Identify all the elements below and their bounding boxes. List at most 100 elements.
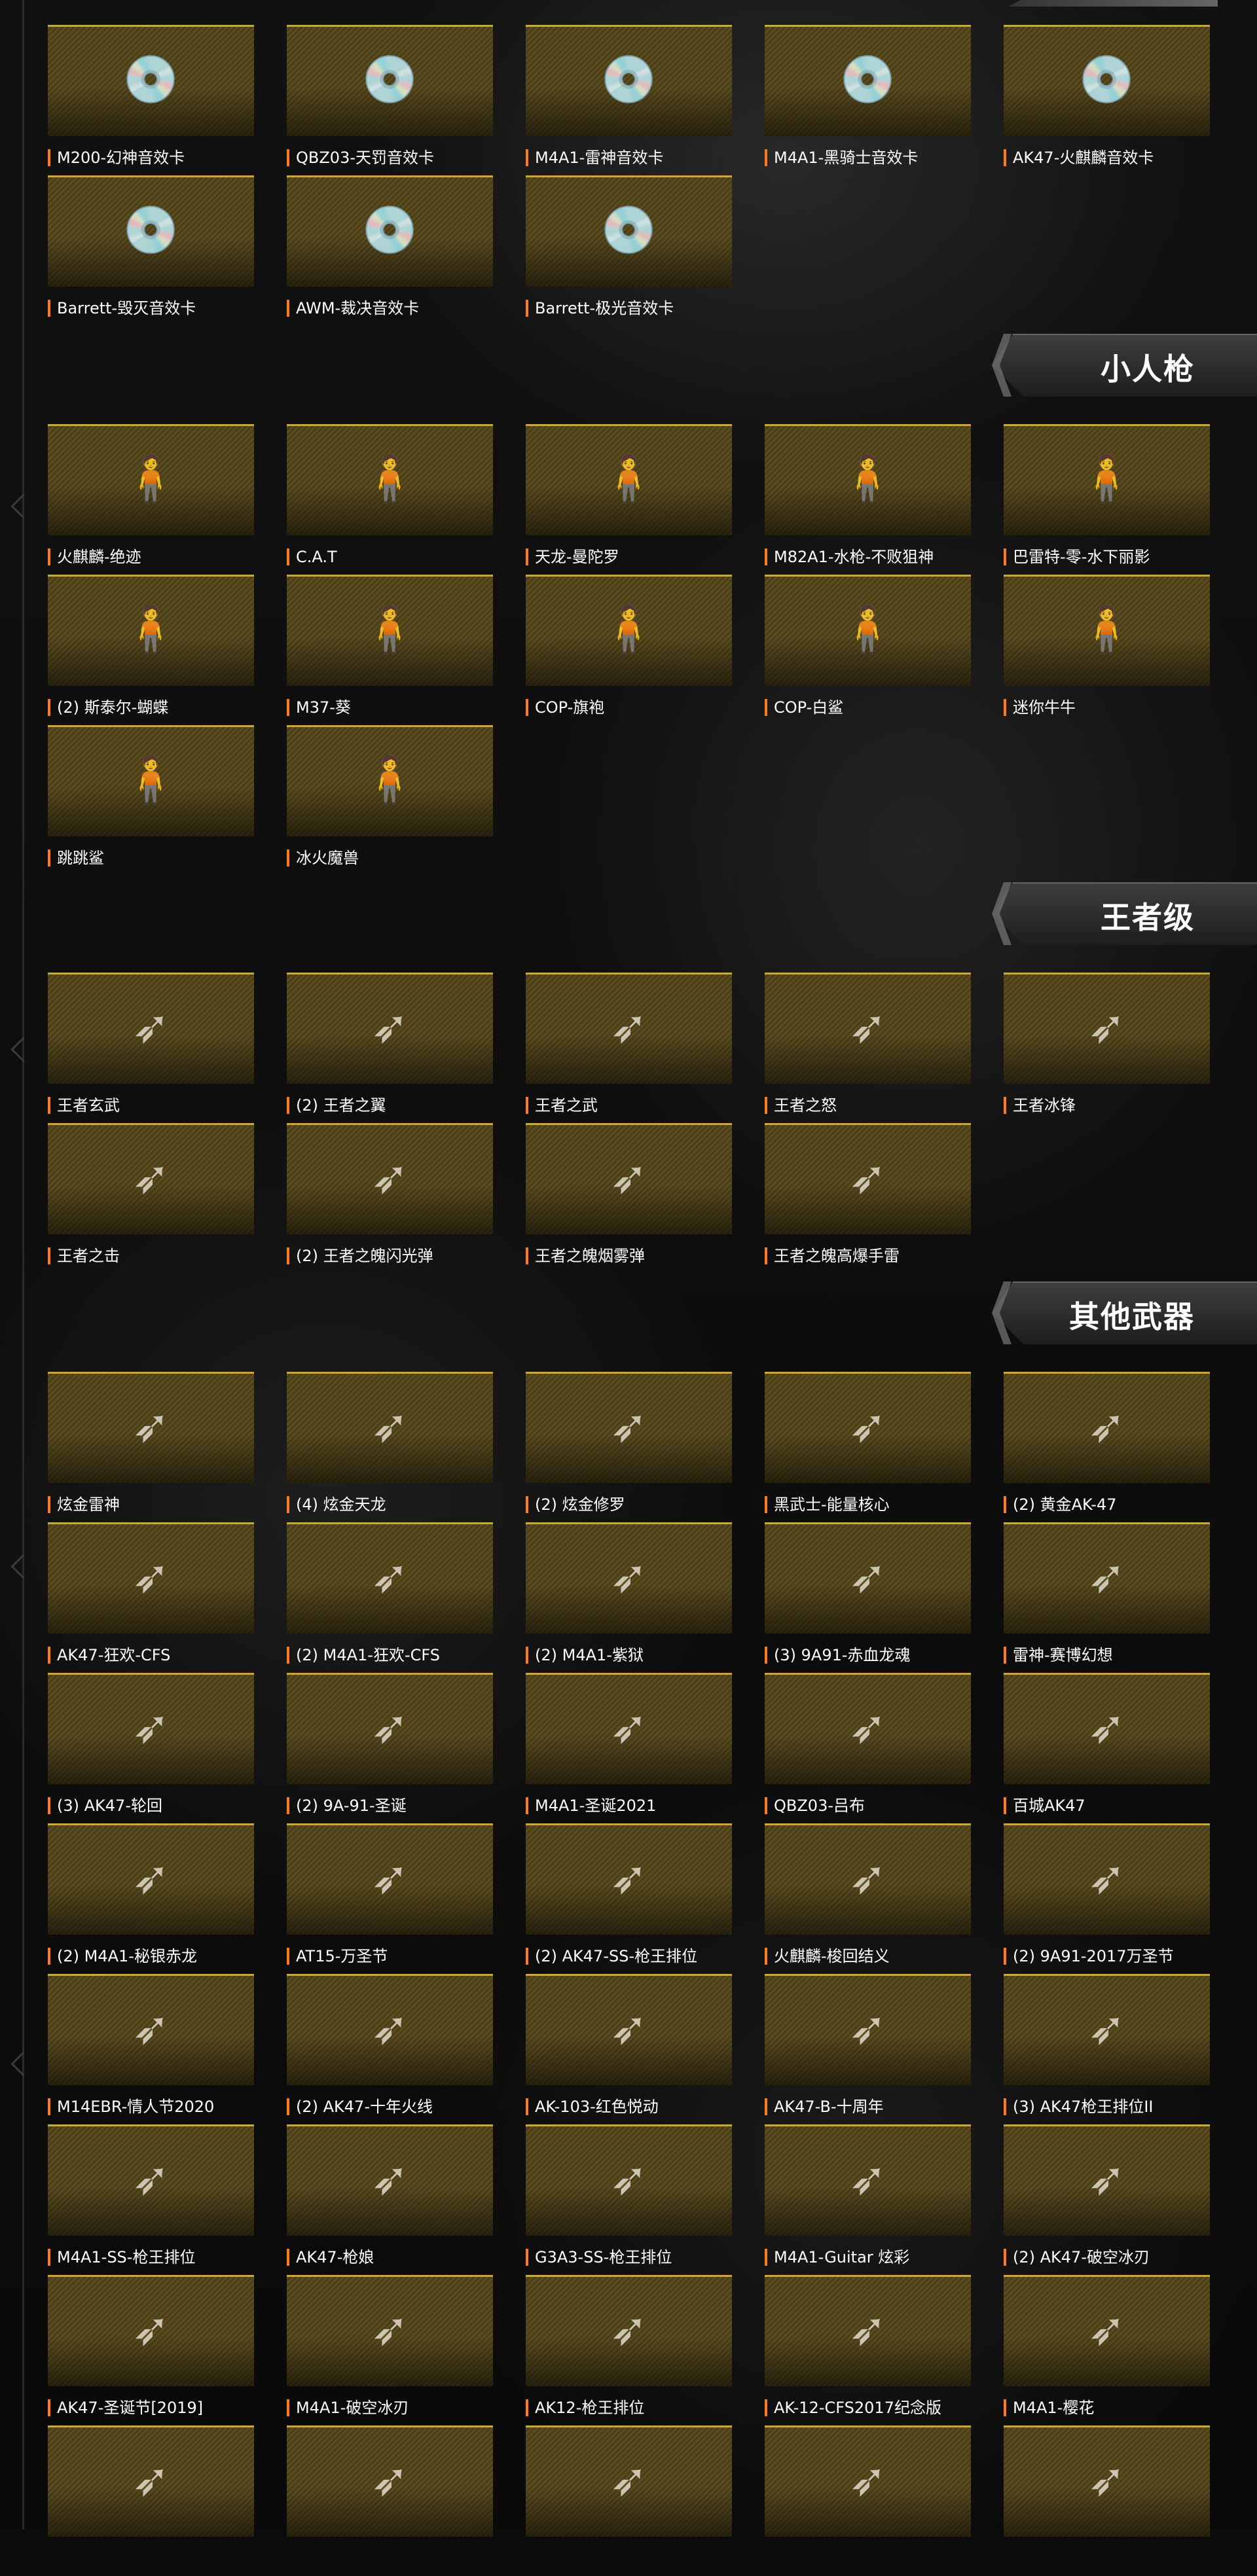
item-thumbnail[interactable]: ➶ bbox=[765, 973, 971, 1084]
item-card[interactable]: ➶ 百城AK47 bbox=[1004, 1673, 1210, 1823]
item-thumbnail[interactable]: 🧍 bbox=[287, 424, 493, 535]
item-card[interactable]: ➶ QBZ03-吕布 bbox=[765, 1673, 971, 1823]
item-card[interactable]: ➶ (2) 炫金修罗 bbox=[526, 1372, 732, 1522]
item-thumbnail[interactable]: ➶ bbox=[287, 1522, 493, 1634]
item-card[interactable]: 🧍 天龙-曼陀罗 bbox=[526, 424, 732, 575]
item-thumbnail[interactable]: ➶ bbox=[1004, 1673, 1210, 1784]
item-card[interactable]: ➶ G3A3-SS-枪王排位 bbox=[526, 2124, 732, 2275]
item-thumbnail[interactable]: ➶ bbox=[287, 1372, 493, 1483]
item-card[interactable]: 💿 M4A1-雷神音效卡 bbox=[526, 25, 732, 175]
item-thumbnail[interactable]: ➶ bbox=[765, 2425, 971, 2537]
item-card[interactable]: ➶ M4A1-破空冰刃 bbox=[287, 2275, 493, 2425]
item-thumbnail[interactable]: 🧍 bbox=[48, 725, 254, 836]
item-thumbnail[interactable]: 💿 bbox=[526, 25, 732, 136]
item-card[interactable]: ➶ 王者之魄烟雾弹 bbox=[526, 1123, 732, 1274]
item-thumbnail[interactable]: ➶ bbox=[48, 2425, 254, 2537]
item-thumbnail[interactable]: ➶ bbox=[48, 973, 254, 1084]
item-thumbnail[interactable]: ➶ bbox=[287, 1673, 493, 1784]
item-thumbnail[interactable]: ➶ bbox=[287, 2425, 493, 2537]
item-card[interactable]: ➶ 王者之击 bbox=[48, 1123, 254, 1274]
item-card[interactable]: ➶ bbox=[526, 2425, 732, 2576]
item-thumbnail[interactable]: ➶ bbox=[526, 2425, 732, 2537]
item-thumbnail[interactable]: ➶ bbox=[1004, 1522, 1210, 1634]
item-thumbnail[interactable]: 💿 bbox=[287, 25, 493, 136]
item-thumbnail[interactable]: 🧍 bbox=[765, 575, 971, 686]
item-card[interactable]: 💿 Barrett-极光音效卡 bbox=[526, 175, 732, 326]
item-card[interactable]: ➶ (2) 9A-91-圣诞 bbox=[287, 1673, 493, 1823]
item-card[interactable]: ➶ (2) 王者之翼 bbox=[287, 973, 493, 1123]
item-thumbnail[interactable]: 🧍 bbox=[1004, 575, 1210, 686]
item-card[interactable]: 🧍 冰火魔兽 bbox=[287, 725, 493, 876]
item-thumbnail[interactable]: 💿 bbox=[287, 175, 493, 287]
item-thumbnail[interactable]: 💿 bbox=[48, 175, 254, 287]
item-card[interactable]: ➶ 王者之武 bbox=[526, 973, 732, 1123]
item-card[interactable]: ➶ (3) AK47-轮回 bbox=[48, 1673, 254, 1823]
item-thumbnail[interactable]: ➶ bbox=[765, 1974, 971, 2085]
item-card[interactable]: ➶ bbox=[1004, 2425, 1210, 2576]
item-thumbnail[interactable]: ➶ bbox=[526, 973, 732, 1084]
item-card[interactable]: 💿 Barrett-毁灭音效卡 bbox=[48, 175, 254, 326]
item-card[interactable]: ➶ AK47-枪娘 bbox=[287, 2124, 493, 2275]
item-card[interactable]: ➶ (3) AK47枪王排位II bbox=[1004, 1974, 1210, 2124]
item-card[interactable]: ➶ M4A1-樱花 bbox=[1004, 2275, 1210, 2425]
item-thumbnail[interactable]: ➶ bbox=[526, 1522, 732, 1634]
item-card[interactable]: ➶ bbox=[287, 2425, 493, 2576]
item-thumbnail[interactable]: ➶ bbox=[287, 973, 493, 1084]
item-thumbnail[interactable]: ➶ bbox=[765, 2275, 971, 2386]
item-thumbnail[interactable]: ➶ bbox=[1004, 1372, 1210, 1483]
item-card[interactable]: ➶ (3) 9A91-赤血龙魂 bbox=[765, 1522, 971, 1673]
item-thumbnail[interactable]: ➶ bbox=[48, 1522, 254, 1634]
item-card[interactable]: ➶ (2) AK47-破空冰刃 bbox=[1004, 2124, 1210, 2275]
item-thumbnail[interactable]: ➶ bbox=[1004, 2425, 1210, 2537]
item-card[interactable]: ➶ AK47-狂欢-CFS bbox=[48, 1522, 254, 1673]
item-card[interactable]: ➶ 王者玄武 bbox=[48, 973, 254, 1123]
item-card[interactable]: 🧍 C.A.T bbox=[287, 424, 493, 575]
item-card[interactable]: 💿 QBZ03-天罚音效卡 bbox=[287, 25, 493, 175]
item-thumbnail[interactable]: ➶ bbox=[526, 1123, 732, 1234]
item-thumbnail[interactable]: ➶ bbox=[765, 2124, 971, 2236]
item-card[interactable]: ➶ (2) AK47-十年火线 bbox=[287, 1974, 493, 2124]
item-card[interactable]: 🧍 跳跳鲨 bbox=[48, 725, 254, 876]
item-card[interactable]: 💿 AK47-火麒麟音效卡 bbox=[1004, 25, 1210, 175]
item-card[interactable]: ➶ AK12-枪王排位 bbox=[526, 2275, 732, 2425]
item-card[interactable]: ➶ M4A1-SS-枪王排位 bbox=[48, 2124, 254, 2275]
item-thumbnail[interactable]: ➶ bbox=[48, 2124, 254, 2236]
item-card[interactable]: ➶ AT15-万圣节 bbox=[287, 1823, 493, 1974]
item-card[interactable]: ➶ M4A1-圣诞2021 bbox=[526, 1673, 732, 1823]
item-card[interactable]: 💿 AWM-裁决音效卡 bbox=[287, 175, 493, 326]
item-thumbnail[interactable]: ➶ bbox=[526, 1372, 732, 1483]
item-thumbnail[interactable]: ➶ bbox=[1004, 973, 1210, 1084]
item-card[interactable]: ➶ 炫金雷神 bbox=[48, 1372, 254, 1522]
item-thumbnail[interactable]: ➶ bbox=[1004, 2124, 1210, 2236]
item-thumbnail[interactable]: ➶ bbox=[1004, 2275, 1210, 2386]
item-thumbnail[interactable]: ➶ bbox=[287, 1823, 493, 1935]
item-thumbnail[interactable]: ➶ bbox=[48, 1673, 254, 1784]
item-thumbnail[interactable]: ➶ bbox=[765, 1673, 971, 1784]
item-card[interactable]: ➶ (2) M4A1-秘银赤龙 bbox=[48, 1823, 254, 1974]
item-card[interactable]: ➶ 王者冰锋 bbox=[1004, 973, 1210, 1123]
item-card[interactable]: ➶ 雷神-赛博幻想 bbox=[1004, 1522, 1210, 1673]
item-card[interactable]: ➶ (2) AK47-SS-枪王排位 bbox=[526, 1823, 732, 1974]
item-thumbnail[interactable]: ➶ bbox=[48, 1372, 254, 1483]
item-thumbnail[interactable]: ➶ bbox=[765, 1123, 971, 1234]
item-thumbnail[interactable]: ➶ bbox=[765, 1372, 971, 1483]
item-card[interactable]: 🧍 M37-葵 bbox=[287, 575, 493, 725]
item-card[interactable]: 🧍 迷你牛牛 bbox=[1004, 575, 1210, 725]
item-thumbnail[interactable]: ➶ bbox=[526, 1673, 732, 1784]
item-thumbnail[interactable]: 🧍 bbox=[526, 424, 732, 535]
item-card[interactable]: 🧍 COP-旗袍 bbox=[526, 575, 732, 725]
item-thumbnail[interactable]: ➶ bbox=[765, 1823, 971, 1935]
item-card[interactable]: ➶ (2) M4A1-狂欢-CFS bbox=[287, 1522, 493, 1673]
item-thumbnail[interactable]: 💿 bbox=[526, 175, 732, 287]
item-card[interactable]: ➶ 王者之怒 bbox=[765, 973, 971, 1123]
item-card[interactable]: 🧍 COP-白鲨 bbox=[765, 575, 971, 725]
item-thumbnail[interactable]: ➶ bbox=[48, 1823, 254, 1935]
item-card[interactable]: 💿 M200-幻神音效卡 bbox=[48, 25, 254, 175]
item-thumbnail[interactable]: ➶ bbox=[48, 1974, 254, 2085]
item-card[interactable]: ➶ AK47-B-十周年 bbox=[765, 1974, 971, 2124]
item-thumbnail[interactable]: 💿 bbox=[48, 25, 254, 136]
item-card[interactable]: ➶ (2) 王者之魄闪光弹 bbox=[287, 1123, 493, 1274]
item-thumbnail[interactable]: ➶ bbox=[765, 1522, 971, 1634]
item-thumbnail[interactable]: 💿 bbox=[765, 25, 971, 136]
item-card[interactable]: 🧍 M82A1-水枪-不败狙神 bbox=[765, 424, 971, 575]
